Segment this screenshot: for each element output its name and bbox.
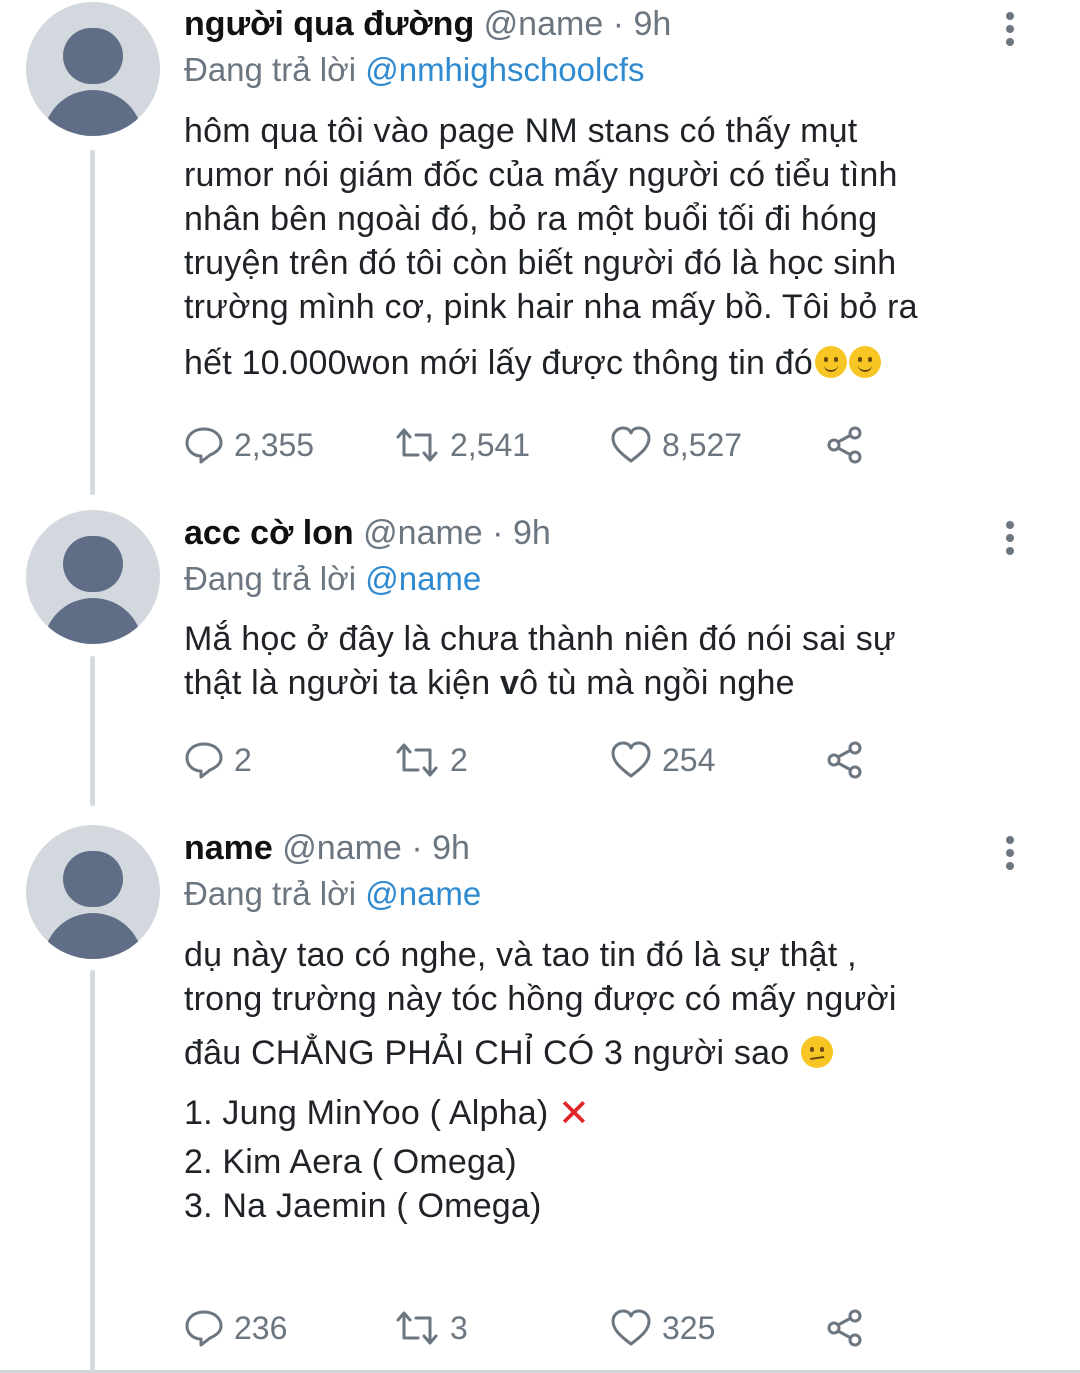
- text-line-last: đâu CHẲNG PHẢI CHỈ CÓ 3 người sao: [184, 1031, 1044, 1075]
- like-count: 8,527: [662, 426, 743, 463]
- smile-emoji-icon: [814, 346, 847, 378]
- text-line-last: hết 10.000won mới lấy được thông tin đó: [184, 341, 1044, 385]
- timestamp[interactable]: · 9h: [613, 5, 672, 43]
- text-fragment: v: [499, 664, 520, 702]
- text-line: trong trường này tóc hồng được có mấy ng…: [184, 980, 897, 1018]
- text-line: thật là người ta kiện vô tù mà ngồi nghe: [184, 661, 1044, 705]
- reply-prefix: Đang trả lời: [184, 560, 357, 597]
- share-button[interactable]: [824, 1306, 866, 1350]
- heart-icon: [611, 426, 651, 463]
- text-line: rumor nói giám đốc của mấy người có tiểu…: [184, 156, 898, 194]
- tweet-header: name @name · 9h: [184, 828, 470, 868]
- heart-icon: [611, 741, 651, 778]
- reply-prefix: Đang trả lời: [184, 875, 357, 912]
- like-count: 254: [662, 741, 716, 778]
- handle[interactable]: @name: [363, 514, 483, 552]
- text-line: nhân bên ngoài đó, bỏ ra một buổi tối đi…: [184, 200, 878, 238]
- avatar-head: [63, 28, 123, 84]
- display-name[interactable]: name: [184, 829, 273, 867]
- avatar[interactable]: [26, 510, 160, 644]
- text-line: hôm qua tôi vào page NM stans có thấy mụ…: [184, 112, 858, 150]
- reply-icon: [185, 1310, 223, 1347]
- timestamp[interactable]: · 9h: [492, 514, 551, 552]
- thread-line: [90, 970, 95, 1373]
- share-icon: [827, 741, 862, 779]
- share-icon: [827, 1309, 862, 1347]
- retweet-button[interactable]: 2,541: [394, 423, 530, 467]
- reply-mention-link[interactable]: @name: [365, 560, 481, 597]
- tweet-header: người qua đường @name · 9h: [184, 4, 671, 44]
- retweet-count: 3: [450, 1309, 468, 1346]
- display-name[interactable]: người qua đường: [184, 5, 474, 43]
- tweet-text: dụ này tao có nghe, và tao tin đó là sự …: [184, 933, 1044, 1228]
- avatar-head: [63, 851, 123, 907]
- avatar[interactable]: [26, 825, 160, 959]
- like-button[interactable]: 8,527: [610, 423, 742, 467]
- text-line: hết 10.000won mới lấy được thông tin đó: [184, 344, 813, 382]
- tweet-text: Mắ học ở đây là chưa thành niên đó nói s…: [184, 617, 1044, 705]
- reply-count: 2: [234, 741, 252, 778]
- reply-context: Đang trả lời @name: [184, 874, 481, 914]
- list-item: 1. Jung MinYoo ( Alpha) ✕: [184, 1091, 1044, 1136]
- avatar-head: [63, 536, 123, 592]
- heart-icon: [611, 1309, 651, 1346]
- text-line: đâu CHẲNG PHẢI CHỈ CÓ 3 người sao: [184, 1034, 790, 1072]
- display-name[interactable]: acc cờ lon: [184, 514, 354, 552]
- list-item: 2. Kim Aera ( Omega): [184, 1140, 1044, 1184]
- list-item-text: 1. Jung MinYoo ( Alpha): [184, 1094, 549, 1132]
- reply-icon: [185, 427, 223, 464]
- reply-mention-link[interactable]: @name: [365, 875, 481, 912]
- avatar-body: [43, 913, 143, 959]
- retweet-icon: [396, 1311, 438, 1345]
- thread-line: [90, 150, 95, 495]
- reply-button[interactable]: 2: [184, 738, 252, 782]
- text-line: Mắ học ở đây là chưa thành niên đó nói s…: [184, 620, 896, 658]
- reply-context: Đang trả lời @name: [184, 559, 481, 599]
- list-item-text: 2. Kim Aera ( Omega): [184, 1143, 517, 1181]
- retweet-icon: [396, 428, 438, 462]
- text-fragment: thật là người ta kiện: [184, 664, 500, 702]
- text-fragment: ô tù mà ngồi nghe: [519, 664, 795, 702]
- reply-context: Đang trả lời @nmhighschoolcfs: [184, 50, 645, 90]
- like-count: 325: [662, 1309, 716, 1346]
- reply-icon: [185, 742, 223, 779]
- tweet-text: hôm qua tôi vào page NM stans có thấy mụ…: [184, 109, 1044, 385]
- text-line: dụ này tao có nghe, và tao tin đó là sự …: [184, 936, 857, 974]
- reply-prefix: Đang trả lời: [184, 51, 357, 88]
- more-options-icon[interactable]: [1000, 836, 1020, 875]
- thread-line: [90, 656, 95, 806]
- share-icon: [827, 426, 862, 464]
- share-button[interactable]: [824, 738, 866, 782]
- tweet-header: acc cờ lon @name · 9h: [184, 513, 551, 553]
- timestamp[interactable]: · 9h: [411, 829, 470, 867]
- retweet-button[interactable]: 2: [394, 738, 468, 782]
- retweet-button[interactable]: 3: [394, 1306, 468, 1350]
- smile-emoji-icon: [848, 346, 881, 378]
- retweet-icon: [396, 743, 438, 777]
- text-line: trường mình cơ, pink hair nha mấy bồ. Tô…: [184, 288, 918, 326]
- avatar-body: [43, 90, 143, 136]
- list-item: 3. Na Jaemin ( Omega): [184, 1184, 1044, 1228]
- reply-button[interactable]: 236: [184, 1306, 287, 1350]
- reply-count: 2,355: [234, 426, 315, 463]
- woozy-face-emoji-icon: [800, 1036, 833, 1068]
- avatar[interactable]: [26, 2, 160, 136]
- avatar-body: [43, 598, 143, 644]
- handle[interactable]: @name: [282, 829, 402, 867]
- more-options-icon[interactable]: [1000, 12, 1020, 51]
- retweet-count: 2: [450, 741, 468, 778]
- share-button[interactable]: [824, 423, 866, 467]
- reply-mention-link[interactable]: @nmhighschoolcfs: [365, 51, 644, 88]
- more-options-icon[interactable]: [1000, 521, 1020, 560]
- cross-mark-icon: ✕: [558, 1093, 591, 1135]
- like-button[interactable]: 325: [610, 1306, 715, 1350]
- list-item-text: 3. Na Jaemin ( Omega): [184, 1187, 542, 1225]
- handle[interactable]: @name: [484, 5, 604, 43]
- reply-button[interactable]: 2,355: [184, 423, 314, 467]
- retweet-count: 2,541: [450, 426, 531, 463]
- like-button[interactable]: 254: [610, 738, 715, 782]
- reply-count: 236: [234, 1309, 288, 1346]
- text-line: truyện trên đó tôi còn biết người đó là …: [184, 244, 897, 282]
